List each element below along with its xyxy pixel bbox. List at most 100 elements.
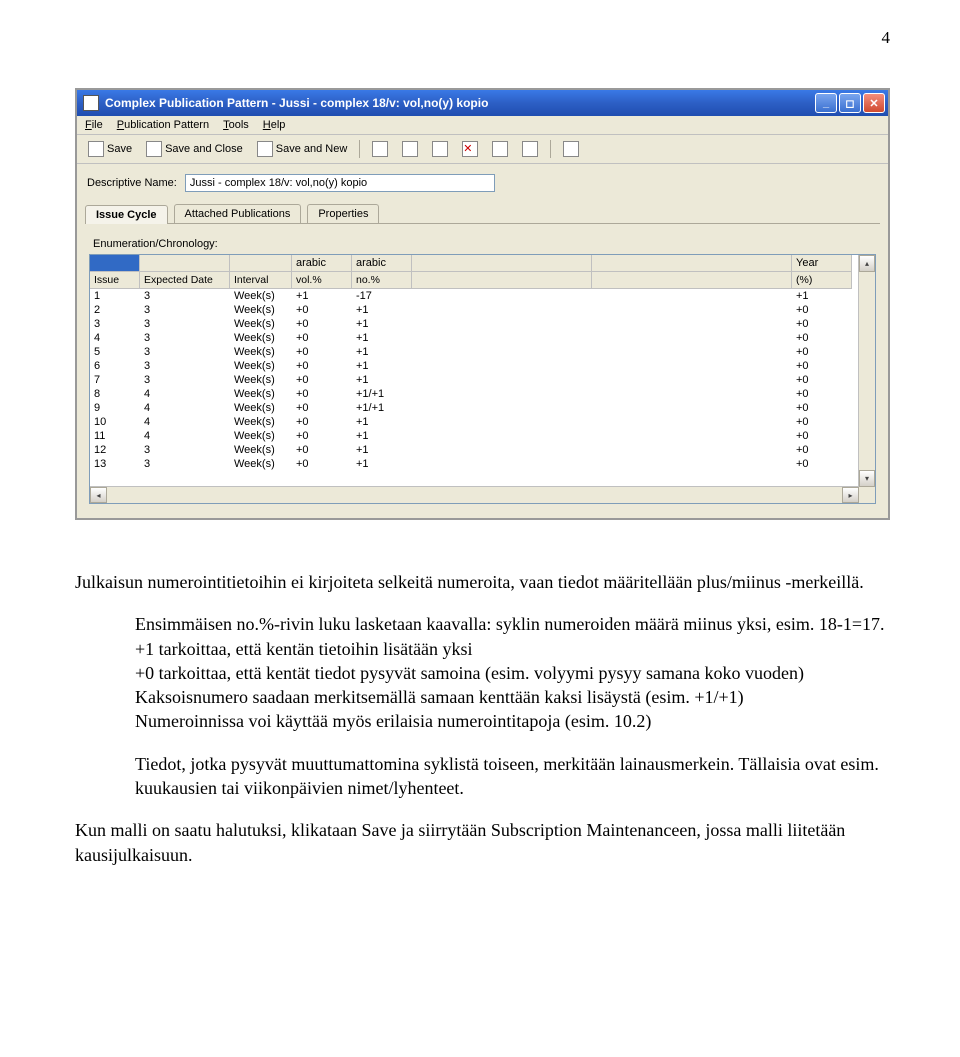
grid-cell[interactable]: +0 <box>792 415 852 429</box>
save-and-new-button[interactable]: Save and New <box>252 138 353 160</box>
grid-cell[interactable] <box>412 443 592 457</box>
grid-cell[interactable]: 4 <box>140 429 230 443</box>
grid-cell[interactable]: 3 <box>140 331 230 345</box>
grid-cell[interactable]: +0 <box>292 457 352 471</box>
grid-cell[interactable] <box>412 373 592 387</box>
grid-cell[interactable]: +1 <box>352 429 412 443</box>
grid-cell[interactable]: 4 <box>90 331 140 345</box>
grid-cell[interactable]: 3 <box>140 457 230 471</box>
grid-cell[interactable] <box>412 401 592 415</box>
scroll-left-button[interactable]: ◂ <box>90 487 107 503</box>
grid-cell[interactable] <box>592 387 792 401</box>
grid-cell[interactable] <box>592 443 792 457</box>
grid-cell[interactable]: 3 <box>90 317 140 331</box>
grid-cell[interactable]: +0 <box>792 317 852 331</box>
grid-cell[interactable]: +0 <box>792 331 852 345</box>
grid-cell[interactable]: +1 <box>352 317 412 331</box>
menu-publication-pattern[interactable]: Publication Pattern <box>117 119 209 131</box>
grid-cell[interactable] <box>592 429 792 443</box>
grid-cell[interactable]: 10 <box>90 415 140 429</box>
toolbar-btn-1[interactable] <box>367 138 393 160</box>
grid-cell[interactable] <box>412 345 592 359</box>
grid-cell[interactable] <box>592 415 792 429</box>
grid-cell[interactable]: 3 <box>140 345 230 359</box>
grid-cell[interactable]: +1 <box>352 303 412 317</box>
grid-cell[interactable]: arabic <box>352 255 412 272</box>
grid-cell[interactable]: +0 <box>292 345 352 359</box>
grid-cell[interactable] <box>592 255 792 272</box>
grid-cell[interactable] <box>592 317 792 331</box>
grid-cell[interactable] <box>230 255 292 272</box>
grid-cell[interactable] <box>412 457 592 471</box>
grid-cell[interactable]: +1/+1 <box>352 401 412 415</box>
grid-cell[interactable]: 4 <box>140 387 230 401</box>
scroll-down-button[interactable]: ▾ <box>859 470 875 487</box>
grid-cell[interactable] <box>90 255 140 272</box>
tab-issue-cycle[interactable]: Issue Cycle <box>85 205 168 224</box>
grid-cell[interactable]: Week(s) <box>230 429 292 443</box>
grid-cell[interactable]: +0 <box>292 401 352 415</box>
grid-cell[interactable]: (%) <box>792 272 852 289</box>
grid-cell[interactable] <box>592 401 792 415</box>
grid-cell[interactable]: 4 <box>140 401 230 415</box>
grid-cell[interactable]: +1/+1 <box>352 387 412 401</box>
grid-cell[interactable]: vol.% <box>292 272 352 289</box>
grid-cell[interactable]: 2 <box>90 303 140 317</box>
grid-cell[interactable]: Week(s) <box>230 457 292 471</box>
grid-cell[interactable]: Week(s) <box>230 289 292 303</box>
grid-cell[interactable]: +1 <box>352 443 412 457</box>
grid-cell[interactable]: Week(s) <box>230 331 292 345</box>
toolbar-btn-2[interactable] <box>397 138 423 160</box>
grid-cell[interactable]: 9 <box>90 401 140 415</box>
grid-cell[interactable] <box>592 359 792 373</box>
grid-cell[interactable]: +1 <box>792 289 852 303</box>
grid-cell[interactable]: +1 <box>352 331 412 345</box>
grid-cell[interactable]: Interval <box>230 272 292 289</box>
grid-cell[interactable]: Week(s) <box>230 443 292 457</box>
scroll-right-button[interactable]: ▸ <box>842 487 859 503</box>
minimize-button[interactable]: _ <box>815 93 837 113</box>
grid-cell[interactable]: 3 <box>140 373 230 387</box>
grid-cell[interactable]: +0 <box>292 415 352 429</box>
grid-cell[interactable]: +1 <box>352 415 412 429</box>
grid-cell[interactable]: +0 <box>792 359 852 373</box>
grid-cell[interactable]: +0 <box>792 401 852 415</box>
grid-cell[interactable]: +0 <box>792 373 852 387</box>
title-bar[interactable]: Complex Publication Pattern - Jussi - co… <box>77 90 888 116</box>
menu-file[interactable]: File <box>85 119 103 131</box>
grid-cell[interactable]: +0 <box>792 345 852 359</box>
grid-cell[interactable]: 3 <box>140 443 230 457</box>
enumeration-grid[interactable]: arabicarabicYearIssueExpected DateInterv… <box>89 254 876 504</box>
grid-cell[interactable]: Week(s) <box>230 359 292 373</box>
grid-cell[interactable]: +0 <box>792 443 852 457</box>
grid-cell[interactable] <box>140 255 230 272</box>
grid-cell[interactable]: Week(s) <box>230 345 292 359</box>
close-button[interactable]: ✕ <box>863 93 885 113</box>
grid-cell[interactable]: 11 <box>90 429 140 443</box>
save-button[interactable]: Save <box>83 138 137 160</box>
grid-cell[interactable]: arabic <box>292 255 352 272</box>
grid-cell[interactable]: +0 <box>292 387 352 401</box>
tab-properties[interactable]: Properties <box>307 204 379 223</box>
grid-cell[interactable]: +1 <box>352 457 412 471</box>
toolbar-btn-3[interactable] <box>427 138 453 160</box>
grid-cell[interactable]: Week(s) <box>230 387 292 401</box>
grid-cell[interactable] <box>592 331 792 345</box>
grid-cell[interactable]: +0 <box>292 373 352 387</box>
grid-cell[interactable]: 12 <box>90 443 140 457</box>
grid-cell[interactable]: Expected Date <box>140 272 230 289</box>
grid-cell[interactable]: +0 <box>292 359 352 373</box>
grid-cell[interactable] <box>412 331 592 345</box>
grid-cell[interactable]: +0 <box>792 457 852 471</box>
grid-cell[interactable]: 4 <box>140 415 230 429</box>
grid-cell[interactable]: +0 <box>292 443 352 457</box>
grid-cell[interactable]: 3 <box>140 303 230 317</box>
grid-cell[interactable]: +0 <box>792 387 852 401</box>
grid-cell[interactable] <box>592 457 792 471</box>
grid-cell[interactable]: +1 <box>352 359 412 373</box>
grid-cell[interactable]: +0 <box>292 429 352 443</box>
grid-cell[interactable]: no.% <box>352 272 412 289</box>
toolbar-btn-6[interactable] <box>517 138 543 160</box>
grid-cell[interactable]: 3 <box>140 289 230 303</box>
grid-cell[interactable]: Issue <box>90 272 140 289</box>
